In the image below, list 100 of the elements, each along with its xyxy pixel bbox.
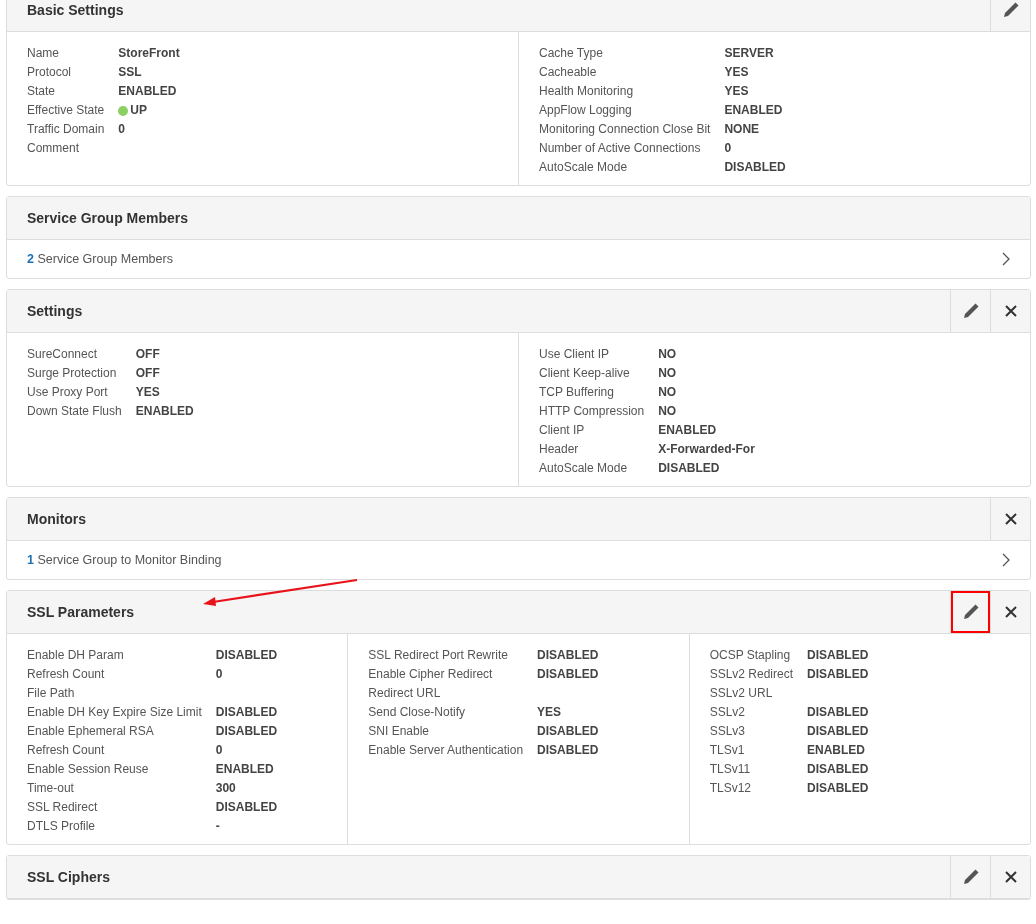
field-value: YES [537,704,562,721]
field-label: Refresh Count [27,666,106,683]
panel-title: Settings [26,301,84,321]
pencil-icon [1001,1,1020,19]
field-label: Enable Server Authentication [368,742,524,759]
field-label: Cacheable [539,64,598,81]
field-label: Redirect URL [368,685,442,702]
field-value: DISABLED [215,704,278,721]
field-value: ENABLED [807,742,866,759]
field-value: 0 [724,140,732,157]
field-label: Send Close-Notify [368,704,467,721]
field-label: Effective State [27,102,105,119]
pencil-icon [961,603,980,621]
field-label: HTTP Compression [539,403,645,420]
panel-title: Service Group Members [26,208,190,228]
pencil-icon [961,868,980,886]
field-label: Comment [27,140,80,157]
field-label: SNI Enable [368,723,431,740]
field-label: AutoScale Mode [539,460,629,477]
close-icon [1004,513,1017,525]
field-label: Surge Protection [27,365,118,382]
field-value: ENABLED [724,102,783,119]
field-label: Enable Ephemeral RSA [27,723,155,740]
close-icon [1004,871,1017,883]
chevron-right-icon [1002,553,1010,567]
field-label: SureConnect [27,346,99,363]
field-label: Client Keep-alive [539,365,631,382]
field-label: Header [539,441,580,458]
field-value: ENABLED [118,83,177,100]
link-row[interactable]: 1 Service Group to Monitor Binding [7,541,1030,579]
field-value: YES [135,384,160,401]
field-value: UP [130,102,148,119]
panel-title: SSL Parameters [26,602,136,622]
field-value: DISABLED [724,159,786,176]
field-label: AppFlow Logging [539,102,633,119]
field-label: SSLv2 URL [709,685,774,702]
field-label: Refresh Count [27,742,106,759]
field-value: DISABLED [807,704,869,721]
field-value: DISABLED [807,723,869,740]
field-value: NO [658,346,677,363]
panel-title: Basic Settings [26,0,125,20]
field-label: Monitoring Connection Close Bit [539,121,711,138]
field-label: SSL Redirect Port Rewrite [368,647,509,664]
field-value: DISABLED [537,666,599,683]
field-label: Enable Session Reuse [27,761,150,778]
field-label: Number of Active Connections [539,140,702,157]
field-label: Down State Flush [27,403,122,420]
chevron-right-icon [1002,252,1010,266]
field-label: SSLv3 [709,723,746,740]
field-value: X-Forwarded-For [658,441,755,458]
field-label: Client IP [539,422,586,439]
field-label: State [27,83,57,100]
field-value: 300 [215,780,236,797]
field-label: Name [27,45,60,62]
field-label: Protocol [27,64,73,81]
edit-button[interactable] [950,591,990,633]
field-value: NONE [724,121,760,138]
field-label: File Path [27,685,76,702]
field-value: 0 [215,666,223,683]
field-value: DISABLED [658,460,720,477]
field-label: OCSP Stapling [709,647,792,664]
field-value: ENABLED [135,403,194,420]
link-text: 1 Service Group to Monitor Binding [27,551,222,569]
field-label: AutoScale Mode [539,159,629,176]
close-icon [1004,606,1017,618]
field-value: OFF [135,346,160,363]
field-label: Enable DH Param [27,647,125,664]
field-value: 0 [215,742,223,759]
field-value: DISABLED [807,780,869,797]
field-value: - [215,818,220,835]
panel-title: SSL Ciphers [26,867,111,887]
field-label: Enable DH Key Expire Size Limit [27,704,202,721]
field-label: SSL Redirect [27,799,99,816]
field-value: SSL [118,64,142,81]
panel-title: Monitors [26,509,88,529]
field-label: SSLv2 Redirect [709,666,794,683]
field-value: DISABLED [215,723,278,740]
field-label: Traffic Domain [27,121,105,138]
field-value: DISABLED [807,666,869,683]
pencil-icon [961,302,980,320]
field-label: DTLS Profile [27,818,97,835]
field-label: TLSv1 [709,742,746,759]
field-value: DISABLED [215,647,278,664]
link-text: 2 Service Group Members [27,250,173,268]
field-label: Cache Type [539,45,604,62]
field-label: Enable Cipher Redirect [368,666,494,683]
field-label: Use Client IP [539,346,611,363]
field-value: ENABLED [658,422,717,439]
field-value: NO [658,365,677,382]
field-value: YES [724,83,749,100]
field-label: SSLv2 [709,704,746,721]
field-value: DISABLED [807,647,869,664]
field-value: DISABLED [537,723,599,740]
field-value: ENABLED [215,761,274,778]
link-row[interactable]: 2 Service Group Members [7,240,1030,278]
field-value: DISABLED [537,647,599,664]
field-value: NO [658,403,677,420]
field-value: YES [724,64,749,81]
field-value: SERVER [724,45,774,62]
field-label: Use Proxy Port [27,384,109,401]
